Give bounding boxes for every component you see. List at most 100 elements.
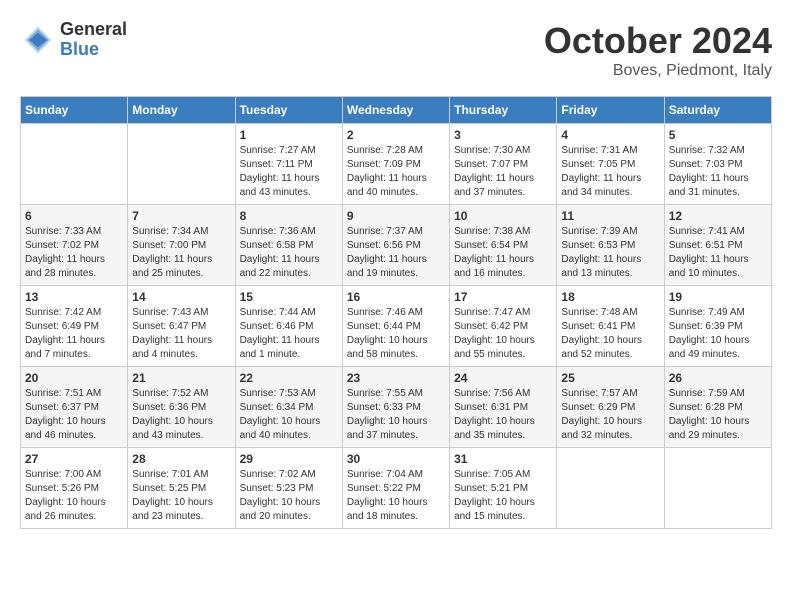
day-info: Sunrise: 7:42 AM Sunset: 6:49 PM Dayligh… — [25, 306, 123, 362]
calendar-cell: 17 Sunrise: 7:47 AM Sunset: 6:42 PM Dayli… — [450, 286, 557, 367]
calendar-cell: 18 Sunrise: 7:48 AM Sunset: 6:41 PM Dayli… — [557, 286, 664, 367]
day-number: 28 — [132, 452, 230, 466]
calendar-cell: 22 Sunrise: 7:53 AM Sunset: 6:34 PM Dayli… — [235, 367, 342, 448]
calendar-week-row: 27 Sunrise: 7:00 AM Sunset: 5:26 PM Dayli… — [21, 448, 772, 529]
day-info: Sunrise: 7:00 AM Sunset: 5:26 PM Dayligh… — [25, 468, 123, 524]
calendar-cell: 24 Sunrise: 7:56 AM Sunset: 6:31 PM Dayli… — [450, 367, 557, 448]
calendar-cell: 1 Sunrise: 7:27 AM Sunset: 7:11 PM Daylig… — [235, 124, 342, 205]
day-info: Sunrise: 7:59 AM Sunset: 6:28 PM Dayligh… — [669, 387, 767, 443]
calendar-week-row: 20 Sunrise: 7:51 AM Sunset: 6:37 PM Dayli… — [21, 367, 772, 448]
day-number: 5 — [669, 128, 767, 142]
calendar-cell: 19Sunrise: 7:49 AM Sunset: 6:39 PM Dayli… — [664, 286, 771, 367]
day-number: 26 — [669, 371, 767, 385]
calendar-cell: 9 Sunrise: 7:37 AM Sunset: 6:56 PM Daylig… — [342, 205, 449, 286]
calendar-cell: 13 Sunrise: 7:42 AM Sunset: 6:49 PM Dayli… — [21, 286, 128, 367]
day-number: 3 — [454, 128, 552, 142]
day-number: 8 — [240, 209, 338, 223]
day-info: Sunrise: 7:44 AM Sunset: 6:46 PM Dayligh… — [240, 306, 338, 362]
calendar-table: SundayMondayTuesdayWednesdayThursdayFrid… — [20, 96, 772, 529]
day-number: 13 — [25, 290, 123, 304]
day-info: Sunrise: 7:48 AM Sunset: 6:41 PM Dayligh… — [561, 306, 659, 362]
calendar-header-row: SundayMondayTuesdayWednesdayThursdayFrid… — [21, 97, 772, 124]
day-info: Sunrise: 7:02 AM Sunset: 5:23 PM Dayligh… — [240, 468, 338, 524]
day-number: 30 — [347, 452, 445, 466]
calendar-cell — [664, 448, 771, 529]
day-of-week-header: Thursday — [450, 97, 557, 124]
calendar-cell: 3 Sunrise: 7:30 AM Sunset: 7:07 PM Daylig… — [450, 124, 557, 205]
day-number: 12 — [669, 209, 767, 223]
day-number: 15 — [240, 290, 338, 304]
day-info: Sunrise: 7:34 AM Sunset: 7:00 PM Dayligh… — [132, 225, 230, 281]
day-number: 10 — [454, 209, 552, 223]
day-info: Sunrise: 7:46 AM Sunset: 6:44 PM Dayligh… — [347, 306, 445, 362]
calendar-cell: 8 Sunrise: 7:36 AM Sunset: 6:58 PM Daylig… — [235, 205, 342, 286]
location: Boves, Piedmont, Italy — [544, 62, 772, 80]
day-number: 1 — [240, 128, 338, 142]
day-of-week-header: Friday — [557, 97, 664, 124]
day-number: 24 — [454, 371, 552, 385]
calendar-cell: 12 Sunrise: 7:41 AM Sunset: 6:51 PM Dayli… — [664, 205, 771, 286]
day-number: 18 — [561, 290, 659, 304]
day-number: 17 — [454, 290, 552, 304]
day-info: Sunrise: 7:47 AM Sunset: 6:42 PM Dayligh… — [454, 306, 552, 362]
day-info: Sunrise: 7:27 AM Sunset: 7:11 PM Dayligh… — [240, 144, 338, 200]
day-of-week-header: Monday — [128, 97, 235, 124]
calendar-cell: 28 Sunrise: 7:01 AM Sunset: 5:25 PM Dayli… — [128, 448, 235, 529]
day-info: Sunrise: 7:36 AM Sunset: 6:58 PM Dayligh… — [240, 225, 338, 281]
calendar-cell: 30Sunrise: 7:04 AM Sunset: 5:22 PM Dayli… — [342, 448, 449, 529]
day-number: 27 — [25, 452, 123, 466]
day-number: 4 — [561, 128, 659, 142]
calendar-cell: 2 Sunrise: 7:28 AM Sunset: 7:09 PM Daylig… — [342, 124, 449, 205]
calendar-week-row: 1 Sunrise: 7:27 AM Sunset: 7:11 PM Daylig… — [21, 124, 772, 205]
logo: General Blue — [20, 20, 127, 60]
day-of-week-header: Wednesday — [342, 97, 449, 124]
day-info: Sunrise: 7:31 AM Sunset: 7:05 PM Dayligh… — [561, 144, 659, 200]
day-info: Sunrise: 7:41 AM Sunset: 6:51 PM Dayligh… — [669, 225, 767, 281]
day-info: Sunrise: 7:56 AM Sunset: 6:31 PM Dayligh… — [454, 387, 552, 443]
day-info: Sunrise: 7:01 AM Sunset: 5:25 PM Dayligh… — [132, 468, 230, 524]
month-title: October 2024 — [544, 20, 772, 62]
day-number: 25 — [561, 371, 659, 385]
day-number: 22 — [240, 371, 338, 385]
title-section: October 2024 Boves, Piedmont, Italy — [544, 20, 772, 80]
calendar-cell: 5 Sunrise: 7:32 AM Sunset: 7:03 PM Daylig… — [664, 124, 771, 205]
day-info: Sunrise: 7:57 AM Sunset: 6:29 PM Dayligh… — [561, 387, 659, 443]
day-number: 20 — [25, 371, 123, 385]
day-info: Sunrise: 7:51 AM Sunset: 6:37 PM Dayligh… — [25, 387, 123, 443]
day-info: Sunrise: 7:28 AM Sunset: 7:09 PM Dayligh… — [347, 144, 445, 200]
calendar-cell: 10 Sunrise: 7:38 AM Sunset: 6:54 PM Dayli… — [450, 205, 557, 286]
calendar-cell: 4 Sunrise: 7:31 AM Sunset: 7:05 PM Daylig… — [557, 124, 664, 205]
day-number: 2 — [347, 128, 445, 142]
day-info: Sunrise: 7:32 AM Sunset: 7:03 PM Dayligh… — [669, 144, 767, 200]
calendar-cell: 23 Sunrise: 7:55 AM Sunset: 6:33 PM Dayli… — [342, 367, 449, 448]
calendar-cell — [128, 124, 235, 205]
calendar-cell: 14Sunrise: 7:43 AM Sunset: 6:47 PM Dayli… — [128, 286, 235, 367]
calendar-cell: 27 Sunrise: 7:00 AM Sunset: 5:26 PM Dayli… — [21, 448, 128, 529]
calendar-cell — [21, 124, 128, 205]
day-number: 23 — [347, 371, 445, 385]
day-info: Sunrise: 7:43 AM Sunset: 6:47 PM Dayligh… — [132, 306, 230, 362]
day-number: 16 — [347, 290, 445, 304]
calendar-cell: 31 Sunrise: 7:05 AM Sunset: 5:21 PM Dayli… — [450, 448, 557, 529]
day-info: Sunrise: 7:53 AM Sunset: 6:34 PM Dayligh… — [240, 387, 338, 443]
day-info: Sunrise: 7:37 AM Sunset: 6:56 PM Dayligh… — [347, 225, 445, 281]
day-info: Sunrise: 7:55 AM Sunset: 6:33 PM Dayligh… — [347, 387, 445, 443]
day-of-week-header: Saturday — [664, 97, 771, 124]
calendar-cell: 20 Sunrise: 7:51 AM Sunset: 6:37 PM Dayli… — [21, 367, 128, 448]
day-number: 31 — [454, 452, 552, 466]
day-info: Sunrise: 7:49 AM Sunset: 6:39 PM Dayligh… — [669, 306, 767, 362]
day-number: 7 — [132, 209, 230, 223]
day-info: Sunrise: 7:38 AM Sunset: 6:54 PM Dayligh… — [454, 225, 552, 281]
logo-icon — [20, 22, 56, 58]
day-of-week-header: Sunday — [21, 97, 128, 124]
day-info: Sunrise: 7:05 AM Sunset: 5:21 PM Dayligh… — [454, 468, 552, 524]
calendar-week-row: 6Sunrise: 7:33 AM Sunset: 7:02 PM Daylig… — [21, 205, 772, 286]
calendar-week-row: 13 Sunrise: 7:42 AM Sunset: 6:49 PM Dayli… — [21, 286, 772, 367]
day-number: 9 — [347, 209, 445, 223]
day-number: 6 — [25, 209, 123, 223]
day-info: Sunrise: 7:30 AM Sunset: 7:07 PM Dayligh… — [454, 144, 552, 200]
calendar-cell: 25 Sunrise: 7:57 AM Sunset: 6:29 PM Dayli… — [557, 367, 664, 448]
day-info: Sunrise: 7:39 AM Sunset: 6:53 PM Dayligh… — [561, 225, 659, 281]
calendar-cell: 15 Sunrise: 7:44 AM Sunset: 6:46 PM Dayli… — [235, 286, 342, 367]
calendar-cell: 7 Sunrise: 7:34 AM Sunset: 7:00 PM Daylig… — [128, 205, 235, 286]
